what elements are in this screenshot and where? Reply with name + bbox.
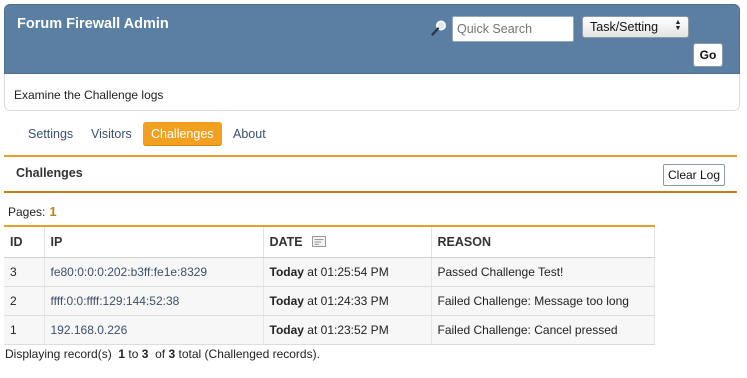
header-bar: Forum Firewall Admin Task/Setting ▲▼ Go [4, 4, 740, 74]
pages-label: Pages: [8, 205, 46, 219]
tab-about[interactable]: About [225, 122, 274, 146]
panel-title: Challenges [16, 166, 83, 180]
cell-ip[interactable]: fe80:0:0:0:202:b3ff:fe1e:8329 [44, 257, 264, 287]
page-link-1[interactable]: 1 [49, 204, 56, 219]
pagination: Pages: 1 [8, 204, 57, 219]
tab-visitors[interactable]: Visitors [83, 122, 140, 146]
date-day: Today [269, 293, 304, 308]
sort-calendar-icon[interactable] [312, 235, 327, 247]
cell-date: Today at 01:24:33 PM [263, 286, 432, 316]
cell-reason: Failed Challenge: Message too long [431, 286, 655, 316]
date-day: Today [269, 322, 304, 337]
table-row: 2 ffff:0:0:ffff:129:144:52:38 Today at 0… [4, 286, 655, 316]
date-time: at 01:25:54 PM [307, 264, 389, 279]
status-suffix: total (Challenged records). [178, 347, 320, 361]
search-icon [430, 19, 448, 37]
status-to-word: to [128, 347, 139, 361]
status-of-word: of [155, 347, 166, 361]
task-setting-select[interactable]: Task/Setting ▲ ▼ [582, 16, 689, 38]
column-header-reason[interactable]: REASON [431, 226, 655, 258]
description-bar: Examine the Challenge logs [4, 74, 740, 111]
table-row: 3 fe80:0:0:0:202:b3ff:fe1e:8329 Today at… [4, 257, 655, 287]
cell-reason: Passed Challenge Test! [431, 257, 655, 287]
cell-reason: Failed Challenge: Cancel pressed [431, 315, 655, 345]
date-header-label: DATE [269, 234, 303, 249]
page-description: Examine the Challenge logs [14, 88, 164, 102]
date-time: at 01:24:33 PM [307, 293, 389, 308]
app-title: Forum Firewall Admin [17, 16, 169, 32]
date-day: Today [269, 264, 304, 279]
table-header-row: ID IP DATE REASON [4, 226, 655, 258]
clear-log-button[interactable]: Clear Log [663, 164, 725, 186]
quick-search-input[interactable] [452, 16, 574, 42]
cell-id: 3 [4, 257, 45, 287]
status-to: 3 [141, 347, 149, 361]
status-total: 3 [168, 347, 176, 361]
challenges-panel-header: Challenges Clear Log [4, 155, 737, 193]
date-time: at 01:23:52 PM [307, 322, 389, 337]
column-header-id[interactable]: ID [4, 226, 45, 258]
cell-ip[interactable]: 192.168.0.226 [44, 315, 264, 345]
cell-date: Today at 01:25:54 PM [263, 257, 432, 287]
column-header-ip[interactable]: IP [44, 226, 264, 258]
table-row: 1 192.168.0.226 Today at 01:23:52 PM Fai… [4, 315, 655, 345]
status-from: 1 [118, 347, 126, 361]
column-header-date[interactable]: DATE [263, 226, 432, 258]
cell-id: 1 [4, 315, 45, 345]
select-arrows-icon: ▲ ▼ [674, 19, 682, 32]
cell-ip[interactable]: ffff:0:0:ffff:129:144:52:38 [44, 286, 264, 316]
tab-settings[interactable]: Settings [20, 122, 81, 146]
cell-date: Today at 01:23:52 PM [263, 315, 432, 345]
status-prefix: Displaying record(s) [5, 347, 112, 361]
tab-challenges[interactable]: Challenges [143, 122, 222, 146]
records-status: Displaying record(s) 1 to 3 of 3 total (… [5, 347, 320, 361]
go-button[interactable]: Go [693, 43, 723, 67]
challenges-table: ID IP DATE REASON 3 fe80:0:0:0:202:b3ff:… [4, 225, 655, 345]
task-select-value: Task/Setting [590, 20, 659, 34]
cell-id: 2 [4, 286, 45, 316]
